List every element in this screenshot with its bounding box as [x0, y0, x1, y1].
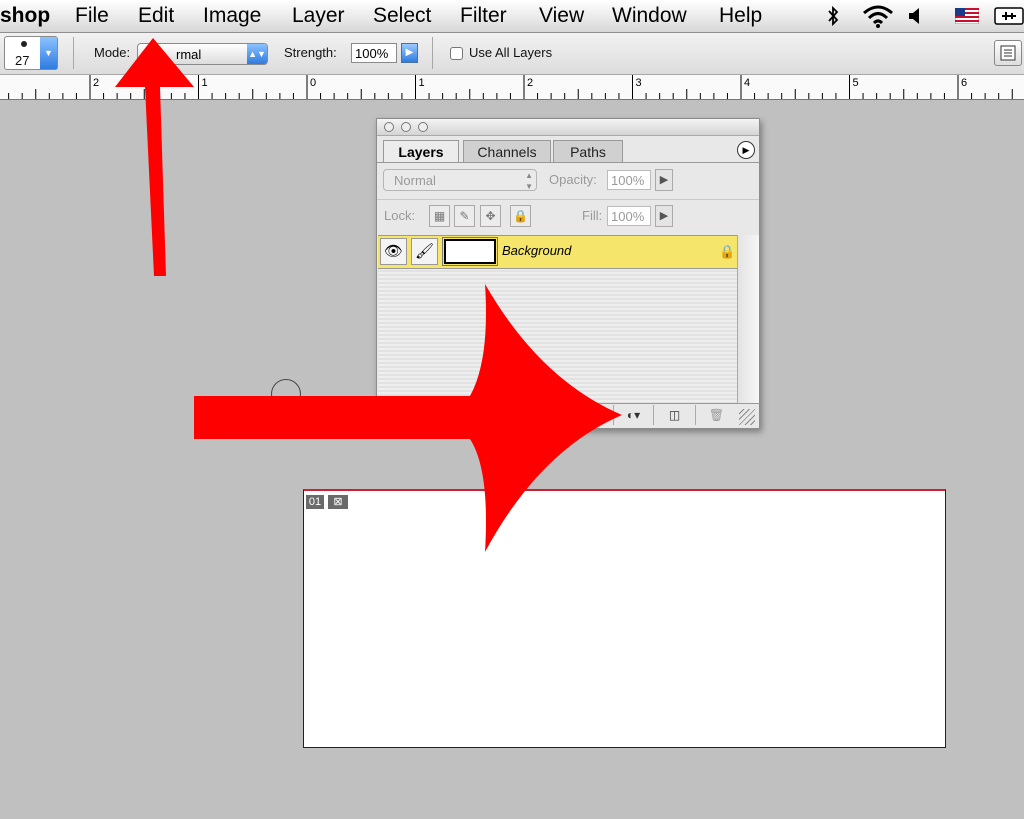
- annotation-arrow-right: [194, 284, 622, 552]
- annotation-overlay: [115, 38, 622, 552]
- annotation-arrow-up: [115, 38, 194, 276]
